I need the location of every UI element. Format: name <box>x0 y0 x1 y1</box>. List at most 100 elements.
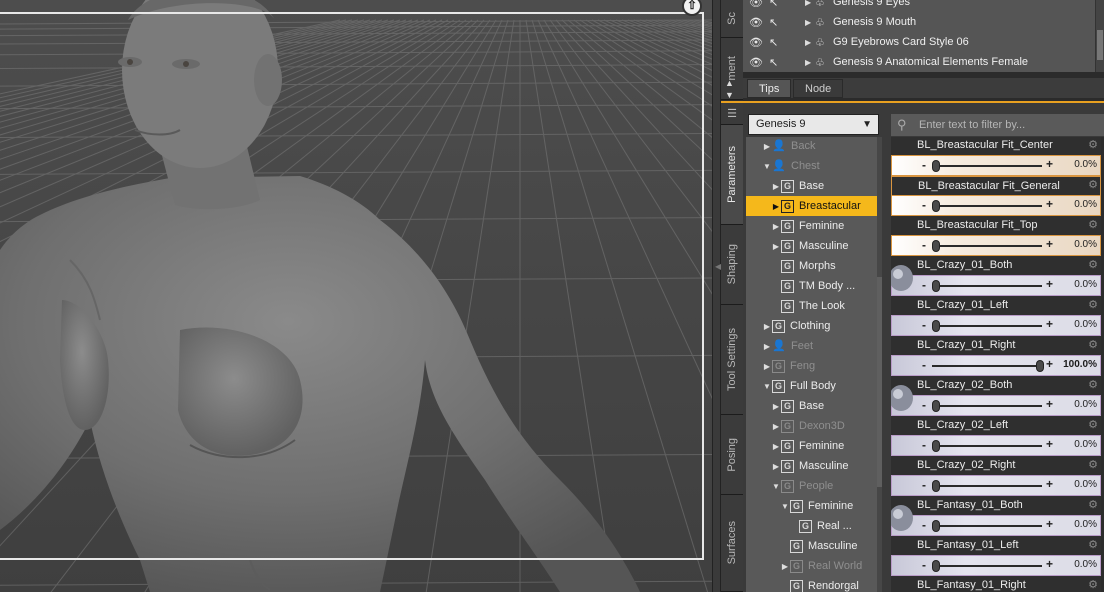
tab-tips[interactable]: Tips <box>747 79 792 98</box>
slider-handle[interactable] <box>932 440 940 452</box>
tab-menu[interactable]: ☰ <box>721 103 743 125</box>
slider-track[interactable] <box>932 525 1042 527</box>
increment-button[interactable]: + <box>1046 197 1053 211</box>
slider-handle[interactable] <box>932 400 940 412</box>
tree-item[interactable]: ▼ 👤 Chest <box>746 156 877 176</box>
slider-handle[interactable] <box>932 280 940 292</box>
increment-button[interactable]: + <box>1046 277 1053 291</box>
expand-arrow-icon[interactable]: ▶ <box>771 202 781 211</box>
gear-icon[interactable]: ⚙ <box>1088 578 1098 591</box>
decrement-button[interactable]: - <box>922 518 926 532</box>
tree-item[interactable]: G The Look <box>746 296 877 316</box>
panel-splitter[interactable]: ◀ <box>712 0 721 592</box>
scene-item[interactable]: 👁 ↖ ▶ ♧ G9 Eyebrows Card Style 06 <box>743 32 1095 52</box>
slider-track[interactable] <box>932 565 1042 567</box>
scroll-down-icon[interactable]: ▼ <box>725 90 734 100</box>
expand-arrow-icon[interactable]: ▶ <box>771 422 781 431</box>
expand-arrow-icon[interactable]: ▶ <box>771 462 781 471</box>
gear-icon[interactable]: ⚙ <box>1088 378 1098 391</box>
tab-scene[interactable]: Sc <box>721 0 743 38</box>
slider-value[interactable]: 0.0% <box>1074 239 1097 250</box>
expand-arrow-icon[interactable]: ▶ <box>771 242 781 251</box>
expand-arrow-icon[interactable]: ▶ <box>780 562 790 571</box>
scroll-up-icon[interactable]: ▲ <box>725 78 734 88</box>
decrement-button[interactable]: - <box>922 238 926 252</box>
slider-track[interactable] <box>932 165 1042 167</box>
expand-arrow-icon[interactable]: ▶ <box>771 222 781 231</box>
tab-shaping[interactable]: Shaping <box>721 225 743 305</box>
tab-tool-settings[interactable]: Tool Settings <box>721 305 743 415</box>
slider-value[interactable]: 0.0% <box>1074 479 1097 490</box>
slider-handle[interactable] <box>932 480 940 492</box>
tree-item[interactable]: G TM Body ... <box>746 276 877 296</box>
expand-arrow-icon[interactable]: ▶ <box>771 402 781 411</box>
slider-track-area[interactable]: - +0.0% <box>891 155 1101 176</box>
slider-track-area[interactable]: - +0.0% <box>891 515 1101 536</box>
slider-track-area[interactable]: - +100.0% <box>891 355 1101 376</box>
increment-button[interactable]: + <box>1046 397 1053 411</box>
gear-icon[interactable]: ⚙ <box>1088 458 1098 471</box>
tree-item[interactable]: ▶ G Breastacular <box>746 196 877 216</box>
tree-item[interactable]: ▼ G Feminine <box>746 496 877 516</box>
decrement-button[interactable]: - <box>922 158 926 172</box>
property-slider[interactable]: BL_Crazy_01_Right ⚙ - +100.0% <box>891 336 1101 376</box>
expand-arrow-icon[interactable]: ▶ <box>771 182 781 191</box>
gear-icon[interactable]: ⚙ <box>1088 538 1098 551</box>
tree-item[interactable]: ▶ 👤 Back <box>746 137 877 156</box>
3d-viewport[interactable]: ⇧ <box>0 0 712 592</box>
gear-icon[interactable]: ⚙ <box>1088 138 1098 151</box>
slider-track[interactable] <box>932 485 1042 487</box>
expand-arrow-icon[interactable]: ▶ <box>805 18 815 27</box>
collapse-arrow-icon[interactable]: ▼ <box>780 502 790 511</box>
tree-item[interactable]: G Masculine <box>746 536 877 556</box>
slider-value[interactable]: 0.0% <box>1074 559 1097 570</box>
decrement-button[interactable]: - <box>922 478 926 492</box>
slider-handle[interactable] <box>932 320 940 332</box>
decrement-button[interactable]: - <box>922 198 926 212</box>
scene-scroll-thumb[interactable] <box>1097 30 1103 60</box>
tree-item[interactable]: ▶ G Base <box>746 176 877 196</box>
gear-icon[interactable]: ⚙ <box>1088 218 1098 231</box>
property-slider[interactable]: BL_Crazy_01_Both ⚙ - +0.0% <box>891 256 1101 296</box>
tree-item[interactable]: ▶ G Feng <box>746 356 877 376</box>
slider-track-area[interactable]: - +0.0% <box>891 475 1101 496</box>
tree-item[interactable]: G Morphs <box>746 256 877 276</box>
slider-track[interactable] <box>932 285 1042 287</box>
tree-item[interactable]: ▶ 👤 Feet <box>746 336 877 356</box>
search-icon[interactable]: ⚲ <box>897 117 907 133</box>
tree-item[interactable]: ▼ G People <box>746 476 877 496</box>
tree-item[interactable]: ▶ G Clothing <box>746 316 877 336</box>
filter-input[interactable] <box>919 116 1101 134</box>
increment-button[interactable]: + <box>1046 237 1053 251</box>
tab-surfaces[interactable]: Surfaces <box>721 495 743 592</box>
slider-track[interactable] <box>932 205 1042 207</box>
slider-track[interactable] <box>932 245 1042 247</box>
tree-item[interactable]: ▶ G Feminine <box>746 436 877 456</box>
increment-button[interactable]: + <box>1046 357 1053 371</box>
slider-value[interactable]: 0.0% <box>1074 319 1097 330</box>
collapse-arrow-icon[interactable]: ▼ <box>762 382 772 391</box>
increment-button[interactable]: + <box>1046 437 1053 451</box>
decrement-button[interactable]: - <box>922 278 926 292</box>
collapse-arrow-icon[interactable]: ▼ <box>762 162 772 171</box>
property-slider[interactable]: BL_Breastacular Fit_Center ⚙ - +0.0% <box>891 137 1101 176</box>
tree-item[interactable]: G Real ... <box>746 516 877 536</box>
tab-node[interactable]: Node <box>793 79 844 98</box>
slider-handle[interactable] <box>1036 360 1044 372</box>
tree-scrollbar[interactable] <box>877 137 882 592</box>
select-arrow-icon[interactable]: ↖ <box>769 16 787 29</box>
scene-item[interactable]: 👁 ↖ ▶ ♧ Genesis 9 Eyes <box>743 0 1095 12</box>
tree-item[interactable]: ▶ G Masculine <box>746 456 877 476</box>
increment-button[interactable]: + <box>1046 157 1053 171</box>
tree-item[interactable]: ▶ G Base <box>746 396 877 416</box>
scene-item[interactable]: 👁 ↖ ▶ ♧ Genesis 9 Mouth <box>743 12 1095 32</box>
slider-value[interactable]: 0.0% <box>1074 279 1097 290</box>
scene-scrollbar[interactable] <box>1095 0 1104 72</box>
decrement-button[interactable]: - <box>922 438 926 452</box>
slider-handle[interactable] <box>932 240 940 252</box>
increment-button[interactable]: + <box>1046 557 1053 571</box>
slider-track[interactable] <box>932 445 1042 447</box>
increment-button[interactable]: + <box>1046 477 1053 491</box>
slider-track-area[interactable]: - +0.0% <box>891 555 1101 576</box>
slider-handle[interactable] <box>932 200 940 212</box>
